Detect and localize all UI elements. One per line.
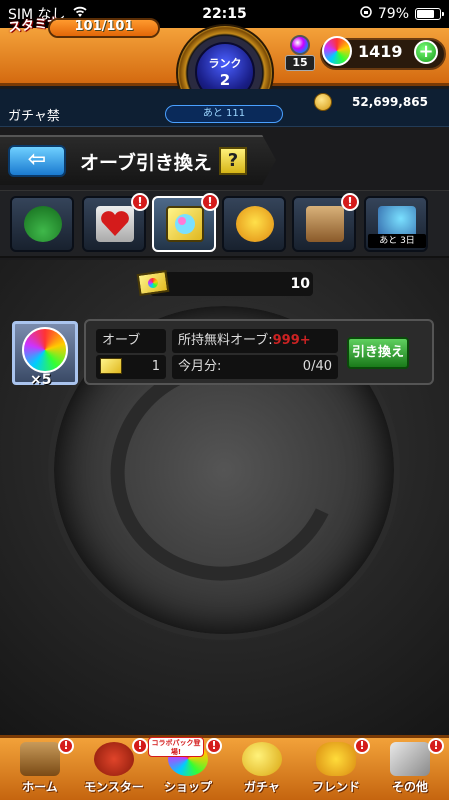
battery-fill — [417, 10, 435, 18]
stamina-value: 101/101 — [74, 19, 134, 34]
tab-notice-badge: ! — [341, 193, 359, 211]
monster-icon — [94, 742, 134, 776]
castle-icon — [306, 206, 344, 242]
heart-card-icon — [96, 206, 134, 242]
owned-orbs-label: 所持無料オーブ: — [178, 333, 273, 348]
gem-icon — [290, 35, 310, 55]
orb-label: オーブ — [96, 329, 166, 353]
level-number: 15 — [285, 55, 315, 71]
nav-notice-badge: ! — [132, 738, 148, 754]
nav-notice-badge: ! — [58, 738, 74, 754]
tab-heart-card[interactable]: ! — [82, 193, 149, 252]
nav-label: ガチャ — [244, 780, 280, 794]
nav-label: ショップ — [163, 780, 212, 794]
tab-orb-arrow[interactable]: あと 3日 — [364, 196, 428, 252]
nav-label: モンスター — [84, 780, 144, 794]
tab-orb-ticket[interactable]: ! — [152, 193, 219, 252]
other-menu-icon — [390, 742, 430, 776]
rainbow-orb-icon — [22, 327, 68, 373]
nav-notice-badge: ! — [206, 738, 222, 754]
nav-label: その他 — [391, 780, 428, 794]
exchange-button[interactable]: 引き換え — [347, 337, 409, 369]
nav-monster[interactable]: ! モンスター — [78, 738, 150, 796]
tab-castle[interactable]: ! — [292, 193, 359, 252]
gacha-ban-label: ガチャ禁 — [8, 109, 60, 124]
back-button[interactable]: ⇦ — [8, 145, 66, 177]
orb-icon — [322, 36, 352, 66]
nav-friend[interactable]: ! フレンド — [300, 738, 372, 796]
level-badge[interactable]: 15 — [283, 33, 315, 73]
nav-label: フレンド — [311, 780, 360, 794]
nav-notice-badge: ! — [428, 738, 444, 754]
tab-chick-monster[interactable] — [222, 196, 286, 252]
rank-label: ランク — [208, 57, 242, 70]
gacha-icon — [242, 742, 282, 776]
friend-icon — [316, 742, 356, 776]
collab-pack-badge: コラボパック登場! — [148, 737, 204, 757]
tab-notice-badge: ! — [201, 193, 219, 211]
home-icon — [20, 742, 60, 776]
nav-home[interactable]: ! ホーム — [4, 738, 76, 796]
battery-icon — [415, 8, 444, 20]
tab-clover-hat[interactable] — [10, 196, 74, 252]
monthly-limit-value: 0/40 — [302, 359, 332, 374]
help-button[interactable]: ? — [219, 147, 247, 175]
clover-hat-icon — [24, 206, 62, 242]
rank-remaining: あと 111 — [165, 105, 283, 123]
days-left-label: あと 3日 — [368, 234, 426, 248]
ticket-icon — [100, 358, 122, 374]
orb-count: 1419 — [358, 42, 403, 61]
orb-ticket-icon — [136, 270, 170, 296]
owned-orbs-value: 999+ — [272, 333, 311, 348]
nav-gacha[interactable]: ガチャ — [226, 742, 298, 796]
orb-multiplier: ×5 — [30, 372, 52, 388]
orb-ticket-icon — [166, 206, 204, 242]
nav-notice-badge: ! — [354, 738, 370, 754]
coin-count: 52,699,865 — [352, 95, 428, 109]
ticket-count: 10 — [290, 276, 310, 292]
coin-icon — [314, 93, 332, 111]
nav-other[interactable]: ! その他 — [374, 738, 446, 796]
quantity-value: 1 — [151, 359, 160, 374]
monthly-limit-label: 今月分: — [178, 359, 222, 374]
rank-value: 2 — [219, 71, 231, 89]
owned-orbs: 所持無料オーブ:999+ — [172, 329, 338, 353]
page-title: オーブ引き換え — [80, 152, 212, 174]
monthly-limit: 今月分: 0/40 — [172, 355, 338, 379]
chick-monster-icon — [236, 206, 274, 242]
tab-notice-badge: ! — [131, 193, 149, 211]
nav-label: ホーム — [22, 780, 58, 794]
buy-orb-button[interactable]: + — [414, 40, 438, 64]
